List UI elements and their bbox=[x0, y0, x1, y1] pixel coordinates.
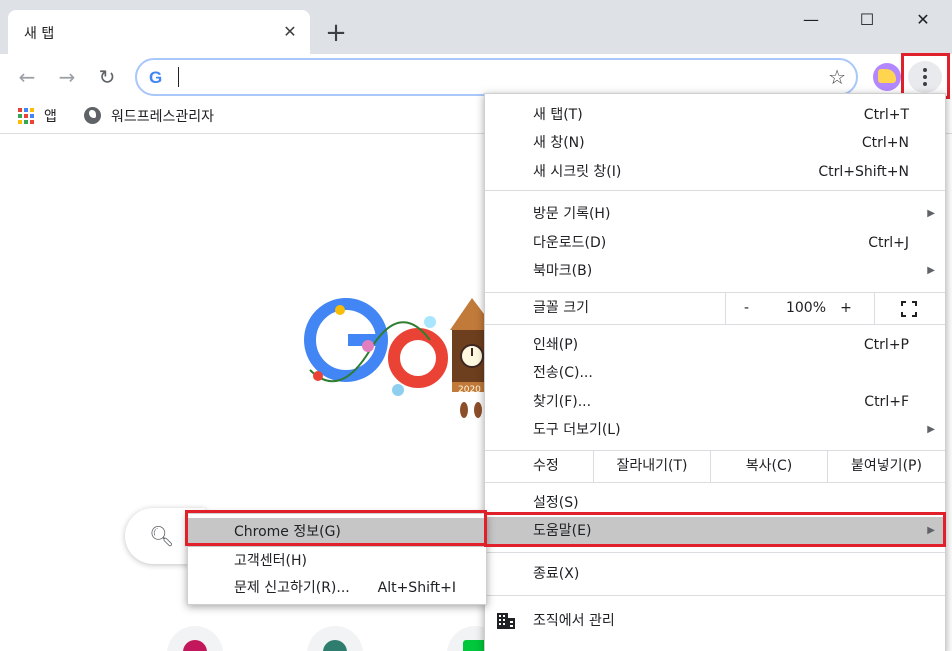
copy-button[interactable]: 복사(C) bbox=[710, 451, 827, 482]
edit-row: 수정 잘라내기(T) 복사(C) 붙여넣기(P) bbox=[485, 451, 945, 482]
highlight-about-chrome bbox=[185, 510, 487, 546]
bookmark-wordpress-admin[interactable]: 워드프레스관리자 bbox=[84, 106, 214, 128]
globe-icon bbox=[84, 107, 101, 124]
bookmark-label: 워드프레스관리자 bbox=[111, 109, 215, 125]
text-caret bbox=[178, 67, 179, 87]
building-icon bbox=[497, 613, 515, 629]
menu-divider bbox=[485, 324, 945, 325]
edit-label: 수정 bbox=[533, 458, 559, 474]
shortcut-tile[interactable] bbox=[167, 626, 223, 651]
zoom-label: 글꼴 크기 bbox=[533, 300, 589, 316]
menu-item-downloads[interactable]: 다운로드(D) Ctrl+J bbox=[485, 229, 945, 257]
tab-close-icon[interactable]: ✕ bbox=[280, 22, 300, 42]
new-tab-button[interactable]: + bbox=[322, 20, 350, 48]
doodle-year: 2020 bbox=[458, 385, 481, 395]
menu-divider bbox=[485, 482, 945, 483]
forward-arrow-icon[interactable]: → bbox=[54, 64, 80, 90]
submenu-item-help-center[interactable]: 고객센터(H) bbox=[188, 547, 486, 576]
tab-title: 새 탭 bbox=[24, 26, 55, 42]
bookmark-label: 앱 bbox=[44, 109, 57, 125]
menu-item-print[interactable]: 인쇄(P) Ctrl+P bbox=[485, 331, 945, 359]
google-doodle[interactable]: 2020 bbox=[300, 290, 500, 420]
window-close-button[interactable]: ✕ bbox=[900, 6, 946, 34]
zoom-controls: - 100% + bbox=[725, 293, 945, 324]
cheese-avatar-icon bbox=[878, 69, 896, 83]
paste-button[interactable]: 붙여넣기(P) bbox=[827, 451, 945, 482]
google-g-icon: G bbox=[149, 68, 163, 87]
menu-item-bookmarks[interactable]: 북마크(B) ▶ bbox=[485, 257, 945, 285]
fullscreen-icon bbox=[901, 301, 917, 317]
menu-item-more-tools[interactable]: 도구 더보기(L) ▶ bbox=[485, 416, 945, 444]
submenu-item-report-issue[interactable]: 문제 신고하기(R)... Alt+Shift+I bbox=[188, 574, 486, 603]
tab-new-tab[interactable]: 새 탭 ✕ bbox=[8, 10, 310, 54]
tab-strip: 새 탭 ✕ + — ☐ ✕ bbox=[0, 0, 952, 54]
menu-item-incognito[interactable]: 새 시크릿 창(I) Ctrl+Shift+N bbox=[485, 158, 945, 186]
bookmark-star-icon[interactable]: ☆ bbox=[828, 65, 846, 89]
profile-avatar[interactable] bbox=[873, 63, 901, 91]
menu-item-cast[interactable]: 전송(C)... bbox=[485, 359, 945, 387]
zoom-out-button[interactable]: - bbox=[744, 293, 749, 324]
menu-divider bbox=[485, 190, 945, 191]
submenu-arrow-icon: ▶ bbox=[927, 208, 935, 219]
zoom-level: 100% bbox=[785, 300, 827, 316]
menu-item-new-tab[interactable]: 새 탭(T) Ctrl+T bbox=[485, 101, 945, 129]
cut-button[interactable]: 잘라내기(T) bbox=[593, 451, 710, 482]
shortcut-favicon-icon bbox=[183, 640, 207, 651]
chrome-main-menu: 새 탭(T) Ctrl+T 새 창(N) Ctrl+N 새 시크릿 창(I) Ctrl… bbox=[484, 93, 946, 651]
menu-item-managed-by-org[interactable]: 조직에서 관리 bbox=[485, 607, 945, 635]
highlight-help-item bbox=[484, 512, 946, 547]
address-bar[interactable]: G ☆ bbox=[135, 58, 858, 96]
menu-divider bbox=[485, 595, 945, 596]
menu-item-find[interactable]: 찾기(F)... Ctrl+F bbox=[485, 388, 945, 416]
apps-grid-icon bbox=[18, 108, 34, 124]
menu-item-history[interactable]: 방문 기록(H) ▶ bbox=[485, 200, 945, 228]
minimize-button[interactable]: — bbox=[788, 6, 834, 34]
bookmark-apps[interactable]: 앱 bbox=[18, 106, 57, 128]
zoom-in-button[interactable]: + bbox=[836, 293, 856, 324]
menu-divider bbox=[485, 552, 945, 553]
menu-item-new-window[interactable]: 새 창(N) Ctrl+N bbox=[485, 129, 945, 157]
shortcut-favicon-icon bbox=[323, 640, 347, 651]
back-arrow-icon[interactable]: ← bbox=[14, 64, 40, 90]
shortcut-tile[interactable] bbox=[307, 626, 363, 651]
submenu-arrow-icon: ▶ bbox=[927, 265, 935, 276]
zoom-row: 글꼴 크기 - 100% + bbox=[485, 293, 945, 324]
submenu-arrow-icon: ▶ bbox=[927, 424, 935, 435]
search-icon: 🔍︎ bbox=[149, 524, 175, 548]
menu-item-exit[interactable]: 종료(X) bbox=[485, 560, 945, 588]
maximize-button[interactable]: ☐ bbox=[844, 6, 890, 34]
fullscreen-button[interactable] bbox=[874, 293, 946, 324]
reload-icon[interactable]: ↻ bbox=[94, 64, 120, 90]
